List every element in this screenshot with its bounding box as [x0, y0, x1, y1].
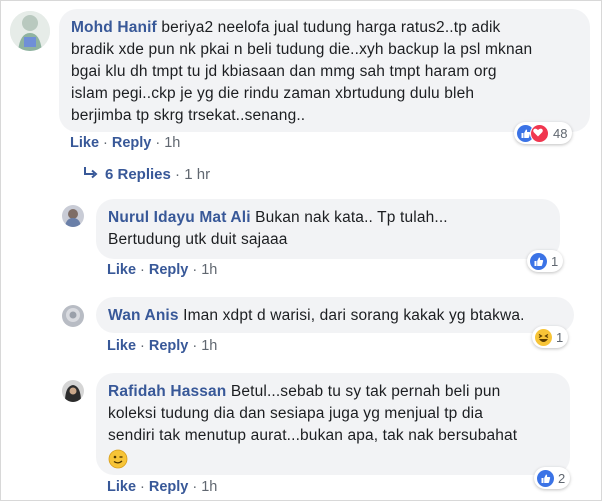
separator: ·: [140, 338, 145, 354]
avatar[interactable]: [10, 11, 50, 51]
separator: ·: [192, 479, 198, 495]
reply-link[interactable]: Reply: [112, 135, 152, 151]
like-link[interactable]: Like: [107, 338, 136, 354]
replies-count[interactable]: 6 Replies: [105, 166, 171, 183]
reply-author[interactable]: Wan Anis: [108, 307, 179, 324]
wink-emoji-icon: [108, 449, 128, 469]
separator: ·: [192, 338, 198, 354]
haha-icon: [535, 328, 552, 346]
reaction-summary[interactable]: 1: [527, 250, 564, 272]
timestamp[interactable]: 1h: [201, 262, 217, 278]
comment-line: Wan Anis Iman xdpt d warisi, dari sorang…: [108, 305, 562, 327]
separator: ·: [103, 135, 108, 151]
timestamp[interactable]: 1h: [201, 479, 217, 495]
reply-link[interactable]: Reply: [149, 262, 189, 278]
reply-link[interactable]: Reply: [149, 338, 189, 354]
avatar[interactable]: [62, 305, 84, 327]
like-icon: [530, 252, 547, 270]
avatar[interactable]: [62, 380, 84, 402]
comment-text: beriya2 neelofa jual tudung harga ratus2…: [161, 19, 501, 36]
reply-arrow-icon: [84, 167, 98, 179]
reply-link[interactable]: Reply: [149, 479, 189, 495]
reply-actions: Like · Reply · 1h: [107, 262, 217, 278]
avatar-image: [10, 11, 50, 51]
timestamp[interactable]: 1h: [164, 135, 180, 151]
comment-line: berjimba tp skrg trsekat..senang..: [71, 107, 306, 124]
comment-line: Bertudung utk duit sajaaa: [108, 231, 288, 248]
comment-line: Mohd Hanif beriya2 neelofa jual tudung h…: [71, 17, 578, 39]
comment-line: Nurul Idayu Mat Ali Bukan nak kata.. Tp …: [108, 207, 548, 229]
reply-actions: Like · Reply · 1h: [107, 338, 217, 354]
reaction-summary[interactable]: 2: [534, 467, 571, 489]
separator: ·: [140, 479, 145, 495]
comment-line: [108, 447, 558, 471]
reaction-count: 2: [558, 470, 566, 486]
comment-line: bgai klu dh tmpt tu jd kbiasaan dan mmg …: [71, 63, 497, 80]
separator: ·: [155, 135, 161, 151]
separator: ·: [192, 262, 198, 278]
reply-text: Betul...sebab tu sy tak pernah beli pun: [230, 383, 501, 400]
reply-author[interactable]: Rafidah Hassan: [108, 383, 226, 400]
reply-bubble: Rafidah Hassan Betul...sebab tu sy tak p…: [96, 373, 570, 475]
timestamp: 1 hr: [184, 166, 211, 183]
comment-line: Rafidah Hassan Betul...sebab tu sy tak p…: [108, 381, 558, 403]
reaction-summary[interactable]: 48: [514, 122, 573, 144]
reply-bubble: Nurul Idayu Mat Ali Bukan nak kata.. Tp …: [96, 199, 560, 259]
comment-line: koleksi tudung dia dan sesiapa juga yg m…: [108, 405, 484, 422]
separator: ·: [170, 166, 185, 183]
avatar-image: [62, 305, 84, 327]
like-link[interactable]: Like: [70, 135, 99, 151]
comment-line: bradik xde pun nk pkai n beli tudung die…: [71, 41, 533, 58]
like-link[interactable]: Like: [107, 479, 136, 495]
reaction-count: 1: [556, 329, 564, 345]
timestamp[interactable]: 1h: [201, 338, 217, 354]
reaction-count: 48: [553, 125, 568, 141]
reply-actions: Like · Reply · 1h: [107, 479, 217, 495]
reply-author[interactable]: Nurul Idayu Mat Ali: [108, 209, 251, 226]
reaction-count: 1: [551, 253, 559, 269]
avatar-image: [62, 380, 84, 402]
comment-actions: Like · Reply · 1h: [70, 135, 180, 151]
reply-text: Bukan nak kata.. Tp tulah...: [255, 209, 448, 226]
reply-bubble: Wan Anis Iman xdpt d warisi, dari sorang…: [96, 297, 574, 333]
love-icon: [530, 123, 549, 143]
view-replies-link[interactable]: 6 Replies · 1 hr: [83, 166, 210, 183]
avatar[interactable]: [62, 205, 84, 227]
avatar-image: [62, 205, 84, 227]
separator: ·: [140, 262, 145, 278]
reply-text: Iman xdpt d warisi, dari sorang kakak yg…: [183, 307, 525, 324]
comment-line: sendiri tak menutup aurat...bukan apa, t…: [108, 427, 518, 444]
like-icon: [537, 469, 554, 487]
comment-line: islam pegi..ckp je yg die rindu zaman xb…: [71, 85, 475, 102]
like-link[interactable]: Like: [107, 262, 136, 278]
reaction-summary[interactable]: 1: [532, 326, 569, 348]
comment-author[interactable]: Mohd Hanif: [71, 19, 157, 36]
comment-bubble: Mohd Hanif beriya2 neelofa jual tudung h…: [59, 9, 590, 132]
comment-thread: Mohd Hanif beriya2 neelofa jual tudung h…: [0, 0, 602, 501]
